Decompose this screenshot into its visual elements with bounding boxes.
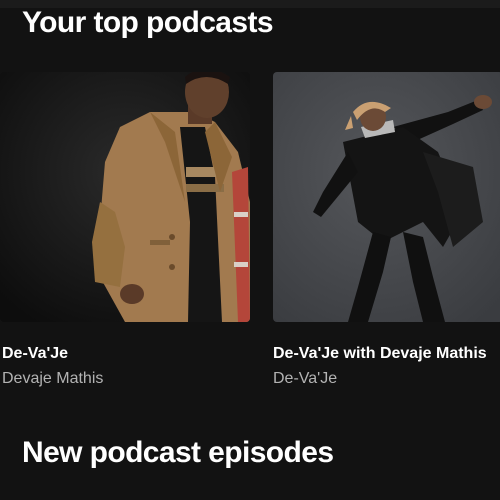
dancing-figure-artwork (273, 72, 500, 322)
section-title-top-podcasts: Your top podcasts (22, 6, 274, 39)
podcast-card[interactable]: De-Va'Je Devaje Mathis (0, 72, 250, 387)
podcast-artwork[interactable] (273, 72, 500, 322)
podcast-title[interactable]: De-Va'Je (2, 345, 68, 363)
podcast-author[interactable]: Devaje Mathis (2, 370, 103, 388)
section-title-new-episodes: New podcast episodes (22, 436, 334, 469)
podcast-artwork[interactable] (0, 72, 250, 322)
podcast-author[interactable]: De-Va'Je (273, 370, 337, 388)
podcast-card[interactable]: De-Va'Je with Devaje Mathis De-Va'Je (273, 72, 500, 387)
portrait-camel-coat-artwork (0, 72, 250, 322)
podcasts-home-screen: Your top podcasts De-Va'Je Devaje Mathis… (0, 0, 500, 500)
podcast-title[interactable]: De-Va'Je with Devaje Mathis (273, 345, 487, 363)
